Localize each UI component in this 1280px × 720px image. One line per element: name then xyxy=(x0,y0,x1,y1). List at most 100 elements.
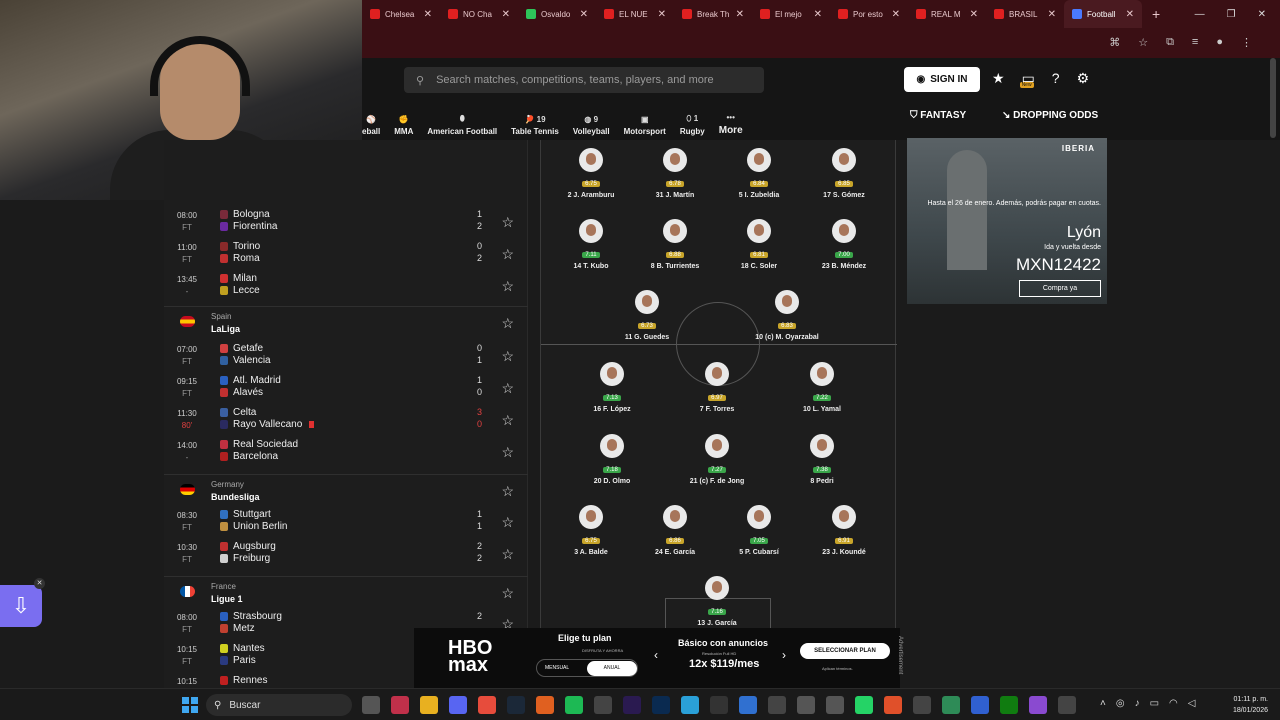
folder-icon[interactable] xyxy=(420,696,438,714)
favorite-star-icon[interactable]: ☆ xyxy=(501,585,514,602)
favorite-star-icon[interactable]: ☆ xyxy=(501,412,514,429)
player-marker[interactable]: 7.16 13 J. García xyxy=(672,576,762,627)
player-marker[interactable]: 6.97 7 F. Torres xyxy=(672,362,762,413)
browser-tab[interactable]: REAL M ✕ xyxy=(908,0,986,28)
app-icon[interactable] xyxy=(884,696,902,714)
favorite-star-icon[interactable]: ☆ xyxy=(501,546,514,563)
match-row[interactable]: 08:30 FT Stuttgart Union Berlin 1 1 ☆ xyxy=(164,506,528,538)
browser-tab[interactable]: El mejo ✕ xyxy=(752,0,830,28)
app-icon[interactable] xyxy=(739,696,757,714)
sport-nav-item[interactable]: ⬯ 1 Rugby xyxy=(680,114,705,136)
browser-tab[interactable]: EL NUE ✕ xyxy=(596,0,674,28)
match-row[interactable]: 07:00 FT Getafe Valencia 0 1 ☆ xyxy=(164,340,528,372)
player-marker[interactable]: 6.85 17 S. Gómez xyxy=(799,148,889,199)
monthly-option[interactable]: MENSUAL xyxy=(545,665,569,671)
hbo-max-banner[interactable]: HBO max Elige tu plan DISFRUTA Y AHORRA M… xyxy=(414,628,900,688)
network-icon[interactable]: ◎ xyxy=(1116,698,1125,709)
tv-icon[interactable]: ▭ New xyxy=(1019,70,1035,88)
xbox-icon[interactable] xyxy=(1000,696,1018,714)
photoshop-icon[interactable] xyxy=(652,696,670,714)
player-marker[interactable]: 6.75 2 J. Aramburu xyxy=(546,148,636,199)
sign-in-button[interactable]: ◉ SIGN IN xyxy=(904,67,980,92)
favorite-star-icon[interactable]: ☆ xyxy=(501,278,514,295)
player-marker[interactable]: 7.27 21 (c) F. de Jong xyxy=(672,434,762,485)
favorite-star-icon[interactable]: ☆ xyxy=(501,514,514,531)
player-marker[interactable]: 6.83 10 (c) M. Oyarzabal xyxy=(742,290,832,341)
favorite-star-icon[interactable]: ☆ xyxy=(501,483,514,500)
app-icon[interactable] xyxy=(1058,696,1076,714)
player-marker[interactable]: 7.00 23 B. Méndez xyxy=(799,219,889,270)
player-marker[interactable]: 6.86 24 E. García xyxy=(630,505,720,556)
player-marker[interactable]: 7.18 20 D. Olmo xyxy=(567,434,657,485)
annual-option[interactable]: ANUAL xyxy=(587,661,637,676)
match-row[interactable]: 08:00 FT Bologna Fiorentina 1 2 ☆ xyxy=(164,206,528,238)
app-icon[interactable] xyxy=(536,696,554,714)
select-plan-button[interactable]: SELECCIONAR PLAN xyxy=(800,643,890,659)
favorite-star-icon[interactable]: ☆ xyxy=(501,348,514,365)
close-window-button[interactable]: ✕ xyxy=(1258,9,1266,20)
browser-tab[interactable]: Osvaldo ✕ xyxy=(518,0,596,28)
media-icon[interactable]: ≡ xyxy=(1192,36,1198,49)
player-marker[interactable]: 7.13 16 F. López xyxy=(567,362,657,413)
browser-tab[interactable]: BRASIL ✕ xyxy=(986,0,1064,28)
player-marker[interactable]: 7.11 14 T. Kubo xyxy=(546,219,636,270)
app-icon[interactable] xyxy=(1029,696,1047,714)
ad-cta-button[interactable]: Compra ya xyxy=(1019,280,1101,297)
sport-nav-item[interactable]: 🏓 19 Table Tennis xyxy=(511,115,559,136)
chevron-up-icon[interactable]: ˄ xyxy=(1100,698,1106,709)
sport-nav-item[interactable]: ⬮ American Football xyxy=(427,114,497,136)
favorite-star-icon[interactable]: ☆ xyxy=(501,380,514,397)
extensions-icon[interactable]: ⧉ xyxy=(1166,36,1174,49)
browser-tab[interactable]: Por esto ✕ xyxy=(830,0,908,28)
app-icon[interactable] xyxy=(768,696,786,714)
fantasy-link[interactable]: ⛉ FANTASY xyxy=(910,110,966,121)
player-marker[interactable]: 6.84 5 I. Zubeldia xyxy=(714,148,804,199)
search-input[interactable]: ⚲ Search matches, competitions, teams, p… xyxy=(404,67,764,93)
player-marker[interactable]: 6.91 23 J. Koundé xyxy=(799,505,889,556)
tab-close-icon[interactable]: ✕ xyxy=(814,9,822,20)
favorite-star-icon[interactable]: ☆ xyxy=(501,315,514,332)
match-row[interactable]: 14:00 - Real Sociedad Barcelona ☆ xyxy=(164,436,528,468)
app-icon[interactable] xyxy=(826,696,844,714)
favorite-star-icon[interactable]: ☆ xyxy=(501,214,514,231)
premiere-icon[interactable] xyxy=(623,696,641,714)
tab-close-icon[interactable]: ✕ xyxy=(736,9,744,20)
player-marker[interactable]: 6.78 31 J. Martín xyxy=(630,148,720,199)
player-marker[interactable]: 7.22 10 L. Yamal xyxy=(777,362,867,413)
page-scrollbar[interactable] xyxy=(1270,58,1276,138)
download-icon[interactable]: ⇩ xyxy=(0,585,42,627)
match-row[interactable]: 11:00 FT Torino Roma 0 2 ☆ xyxy=(164,238,528,270)
player-marker[interactable]: 6.81 18 C. Soler xyxy=(714,219,804,270)
menu-icon[interactable]: ⋮ xyxy=(1241,36,1252,49)
player-marker[interactable]: 6.73 11 G. Guedes xyxy=(602,290,692,341)
discord-icon[interactable] xyxy=(449,696,467,714)
tab-close-icon[interactable]: ✕ xyxy=(580,9,588,20)
app-icon[interactable] xyxy=(710,696,728,714)
tab-close-icon[interactable]: ✕ xyxy=(502,9,510,20)
clock[interactable]: 01:11 p. m. 18/01/2026 xyxy=(1233,694,1268,716)
whatsapp-icon[interactable] xyxy=(855,696,873,714)
browser-tab[interactable]: Football ✕ xyxy=(1064,0,1142,28)
keyboard-icon[interactable]: ▭ xyxy=(1150,698,1159,709)
chevron-right-icon[interactable]: › xyxy=(782,648,786,662)
mic-icon[interactable]: ♪ xyxy=(1135,698,1140,709)
chevron-left-icon[interactable]: ‹ xyxy=(654,648,658,662)
tab-close-icon[interactable]: ✕ xyxy=(1126,9,1134,20)
match-row[interactable]: 13:45 - Milan Lecce ☆ xyxy=(164,270,528,302)
sport-nav-item[interactable]: ▣ Motorsport xyxy=(624,115,666,136)
browser-tab[interactable]: Break Th ✕ xyxy=(674,0,752,28)
steam-icon[interactable] xyxy=(507,696,525,714)
taskbar-search[interactable]: ⚲ Buscar xyxy=(206,694,352,716)
player-marker[interactable]: 6.88 8 B. Turrientes xyxy=(630,219,720,270)
favorite-star-icon[interactable]: ☆ xyxy=(501,246,514,263)
billing-toggle[interactable]: MENSUAL ANUAL xyxy=(536,659,638,677)
browser-tab[interactable]: Chelsea ✕ xyxy=(362,0,440,28)
sport-nav-item[interactable]: ✊ MMA xyxy=(394,115,413,136)
tab-close-icon[interactable]: ✕ xyxy=(1048,9,1056,20)
match-row[interactable]: 09:15 FT Atl. Madrid Alavés 1 0 ☆ xyxy=(164,372,528,404)
translate-icon[interactable]: ⌘ xyxy=(1109,36,1120,49)
wifi-icon[interactable]: ◠ xyxy=(1169,698,1178,709)
more-sports-button[interactable]: ••• More xyxy=(719,113,743,136)
zoom-icon[interactable] xyxy=(971,696,989,714)
tab-close-icon[interactable]: ✕ xyxy=(658,9,666,20)
